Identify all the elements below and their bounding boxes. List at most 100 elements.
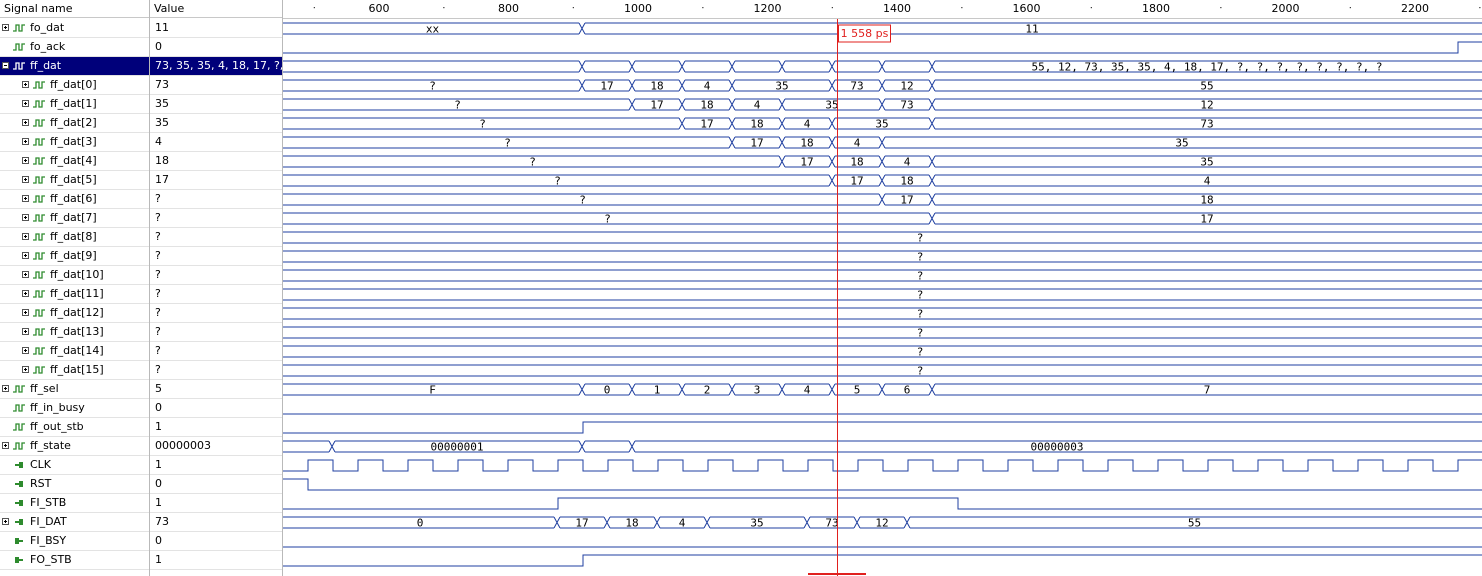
signal-row-ff_dat-15[interactable]: ff_dat[15] (0, 361, 149, 380)
signal-row-RST[interactable]: RST (0, 475, 149, 494)
expand-icon[interactable] (22, 290, 29, 297)
signal-name-header[interactable]: Signal name (0, 0, 149, 18)
value-row[interactable]: 1 (150, 456, 282, 475)
value-row[interactable]: 18 (150, 152, 282, 171)
value-row[interactable]: ? (150, 323, 282, 342)
value-row[interactable]: 0 (150, 532, 282, 551)
value-row[interactable]: 73 (150, 76, 282, 95)
value-row[interactable]: 00000003 (150, 437, 282, 456)
value-row[interactable]: ? (150, 228, 282, 247)
signal-row-ff_state[interactable]: ff_state (0, 437, 149, 456)
expand-icon[interactable] (22, 366, 29, 373)
expand-icon[interactable] (22, 176, 29, 183)
bus-value-label: 73 (850, 80, 863, 93)
value-row[interactable]: 0 (150, 475, 282, 494)
expand-icon[interactable] (22, 347, 29, 354)
signal-row-ff_dat-9[interactable]: ff_dat[9] (0, 247, 149, 266)
expand-icon[interactable] (2, 442, 9, 449)
expand-icon[interactable] (22, 100, 29, 107)
expand-icon[interactable] (22, 81, 29, 88)
value-row[interactable]: ? (150, 304, 282, 323)
signal-row-FO_STB[interactable]: FO_STB (0, 551, 149, 570)
value-row[interactable]: 4 (150, 133, 282, 152)
value-row[interactable]: 35 (150, 114, 282, 133)
signal-row-ff_dat-7[interactable]: ff_dat[7] (0, 209, 149, 228)
bus-value-label: 4 (679, 517, 686, 530)
value-row[interactable]: 73 (150, 513, 282, 532)
value-row[interactable]: 0 (150, 399, 282, 418)
value-row[interactable]: ? (150, 266, 282, 285)
value-row[interactable]: 1 (150, 494, 282, 513)
value-row[interactable]: ? (150, 342, 282, 361)
signal-row-ff_dat-3[interactable]: ff_dat[3] (0, 133, 149, 152)
expand-icon[interactable] (22, 233, 29, 240)
signal-row-CLK[interactable]: CLK (0, 456, 149, 475)
expand-icon[interactable] (22, 328, 29, 335)
value-row[interactable]: 35 (150, 95, 282, 114)
signal-row-ff_dat-13[interactable]: ff_dat[13] (0, 323, 149, 342)
signal-row-ff_dat-12[interactable]: ff_dat[12] (0, 304, 149, 323)
signal-row-ff_dat-5[interactable]: ff_dat[5] (0, 171, 149, 190)
expand-icon[interactable] (22, 195, 29, 202)
bus-value-label: 4 (804, 384, 811, 397)
bus-value-label: 73 (825, 517, 838, 530)
signal-row-FI_STB[interactable]: FI_STB (0, 494, 149, 513)
bus-value-label: ? (579, 194, 586, 207)
expand-icon[interactable] (2, 24, 9, 31)
expand-icon[interactable] (22, 214, 29, 221)
signal-name: FI_STB (30, 496, 67, 509)
signal-row-ff_dat-8[interactable]: ff_dat[8] (0, 228, 149, 247)
expand-icon[interactable] (22, 119, 29, 126)
ruler-tick-mark (1090, 7, 1092, 9)
bus-value-label: xx (426, 23, 440, 36)
input-port-icon (15, 462, 23, 468)
value-row[interactable]: ? (150, 209, 282, 228)
value-row[interactable]: 1 (150, 551, 282, 570)
bit-waveform (283, 478, 1482, 491)
signal-row-ff_out_stb[interactable]: ff_out_stb (0, 418, 149, 437)
signal-row-ff_dat-4[interactable]: ff_dat[4] (0, 152, 149, 171)
signal-row-ff_sel[interactable]: ff_sel (0, 380, 149, 399)
value-header[interactable]: Value (150, 0, 282, 18)
value-row[interactable]: ? (150, 247, 282, 266)
expand-icon[interactable] (22, 157, 29, 164)
signal-icon (33, 214, 45, 222)
bus-value-label: 6 (904, 384, 911, 397)
bus-value-label: ? (917, 251, 924, 264)
signal-value: 0 (155, 401, 162, 414)
value-row[interactable]: 11 (150, 19, 282, 38)
signal-row-ff_dat-11[interactable]: ff_dat[11] (0, 285, 149, 304)
value-row[interactable]: 0 (150, 38, 282, 57)
bus-value-label: 18 (700, 99, 713, 112)
value-row[interactable]: ? (150, 285, 282, 304)
expand-icon[interactable] (2, 518, 9, 525)
signal-row-FI_BSY[interactable]: FI_BSY (0, 532, 149, 551)
expand-icon[interactable] (22, 138, 29, 145)
signal-row-ff_dat-1[interactable]: ff_dat[1] (0, 95, 149, 114)
signal-row-FI_DAT[interactable]: FI_DAT (0, 513, 149, 532)
signal-row-ff_dat[interactable]: ff_dat (0, 57, 149, 76)
value-row[interactable]: ? (150, 190, 282, 209)
value-row[interactable]: 73, 35, 35, 4, 18, 17, ?, ?... (150, 57, 282, 76)
bus-value-label: 5 (854, 384, 861, 397)
expand-icon[interactable] (22, 252, 29, 259)
bus-value-label: 0 (604, 384, 611, 397)
signal-row-ff_dat-14[interactable]: ff_dat[14] (0, 342, 149, 361)
signal-row-fo_ack[interactable]: fo_ack (0, 38, 149, 57)
expand-icon[interactable] (22, 309, 29, 316)
waveform-canvas[interactable]: 600 800 1000 1200 1400 1600 1800 2000 2200xx 1155… (283, 0, 1482, 576)
signal-row-ff_in_busy[interactable]: ff_in_busy (0, 399, 149, 418)
value-row[interactable]: 1 (150, 418, 282, 437)
signal-row-ff_dat-10[interactable]: ff_dat[10] (0, 266, 149, 285)
expand-icon[interactable] (2, 385, 9, 392)
signal-row-ff_dat-2[interactable]: ff_dat[2] (0, 114, 149, 133)
signal-row-ff_dat-0[interactable]: ff_dat[0] (0, 76, 149, 95)
collapse-icon[interactable] (2, 62, 9, 69)
value-row[interactable]: ? (150, 361, 282, 380)
value-row[interactable]: 17 (150, 171, 282, 190)
value-row[interactable]: 5 (150, 380, 282, 399)
waveform-panel[interactable]: 600 800 1000 1200 1400 1600 1800 2000 2200 xx 11 55… (283, 0, 1482, 576)
signal-row-fo_dat[interactable]: fo_dat (0, 19, 149, 38)
signal-row-ff_dat-6[interactable]: ff_dat[6] (0, 190, 149, 209)
expand-icon[interactable] (22, 271, 29, 278)
